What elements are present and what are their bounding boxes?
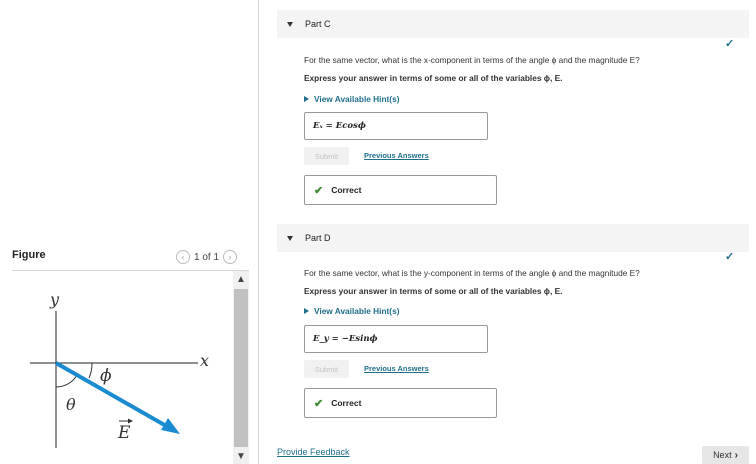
part-d-complete-check-icon: ✓: [725, 251, 735, 263]
scroll-thumb[interactable]: [234, 289, 248, 447]
next-button[interactable]: Next ›: [702, 446, 749, 464]
part-c-answer-field[interactable]: Eₓ = Ecosϕ: [304, 112, 488, 140]
part-c-complete-check-icon: ✓: [725, 38, 735, 50]
x-axis-label: x: [200, 351, 209, 370]
part-d-previous-answers-link[interactable]: Previous Answers: [364, 364, 429, 373]
part-c-feedback-box: ✔ Correct: [304, 175, 497, 205]
part-d-instruction: Express your answer in terms of some or …: [304, 286, 563, 296]
provide-feedback-link[interactable]: Provide Feedback: [277, 447, 350, 457]
part-d-question: For the same vector, what is the y-compo…: [304, 268, 640, 278]
part-d-hint-label: View Available Hint(s): [314, 306, 400, 316]
phi-label: ϕ: [100, 366, 112, 386]
hint-expand-icon: [304, 308, 309, 314]
scroll-down-icon[interactable]: ▼: [233, 448, 249, 464]
vector-label: E: [117, 423, 131, 443]
vector-label-arrowhead: [128, 418, 133, 424]
part-c-label: Part C: [305, 19, 331, 29]
part-c-submit-button[interactable]: Submit: [304, 147, 349, 165]
part-d-header[interactable]: Part D: [277, 224, 749, 252]
phi-arc: [88, 362, 93, 379]
hint-expand-icon: [304, 96, 309, 102]
correct-check-icon: ✔: [314, 397, 324, 410]
next-button-label: Next: [713, 450, 732, 460]
figure-pager: ‹ 1 of 1 ›: [176, 250, 238, 264]
part-d-label: Part D: [305, 233, 331, 243]
part-c-previous-answers-link[interactable]: Previous Answers: [364, 151, 429, 160]
chevron-right-icon: ›: [734, 449, 738, 461]
pager-text: 1 of 1: [194, 251, 220, 263]
figure-title: Figure: [12, 249, 46, 261]
vector-figure: y x ϕ θ E: [30, 290, 209, 448]
part-c-hint-link[interactable]: View Available Hint(s): [304, 94, 399, 104]
part-c-answer-value: Eₓ = Ecosϕ: [313, 121, 366, 131]
vector-arrowhead: [161, 418, 180, 434]
part-d-answer-field[interactable]: E_y = −Esinϕ: [304, 325, 488, 353]
scroll-up-icon[interactable]: ▲: [233, 271, 249, 287]
next-figure-button[interactable]: ›: [223, 250, 238, 264]
theta-label: θ: [66, 395, 76, 414]
collapse-caret-icon[interactable]: [287, 21, 293, 27]
part-c-instruction: Express your answer in terms of some or …: [304, 73, 563, 83]
correct-check-icon: ✔: [314, 184, 324, 197]
figure-scrollbar[interactable]: ▲ ▼: [233, 271, 249, 464]
collapse-caret-icon[interactable]: [287, 235, 293, 241]
y-axis-label: y: [49, 290, 60, 309]
part-c-question: For the same vector, what is the x-compo…: [304, 55, 640, 65]
part-d-hint-link[interactable]: View Available Hint(s): [304, 306, 399, 316]
part-d-feedback-box: ✔ Correct: [304, 388, 497, 418]
part-d-status: Correct: [331, 398, 362, 408]
theta-arc: [55, 374, 78, 388]
figure-divider: [12, 270, 249, 271]
panel-divider: [258, 0, 259, 464]
prev-figure-button[interactable]: ‹: [176, 250, 190, 264]
part-d-answer-value: E_y = −Esinϕ: [313, 334, 378, 344]
part-c-hint-label: View Available Hint(s): [314, 94, 400, 104]
part-c-status: Correct: [331, 185, 362, 195]
part-c-header[interactable]: Part C: [277, 10, 749, 38]
part-d-submit-button[interactable]: Submit: [304, 360, 349, 378]
